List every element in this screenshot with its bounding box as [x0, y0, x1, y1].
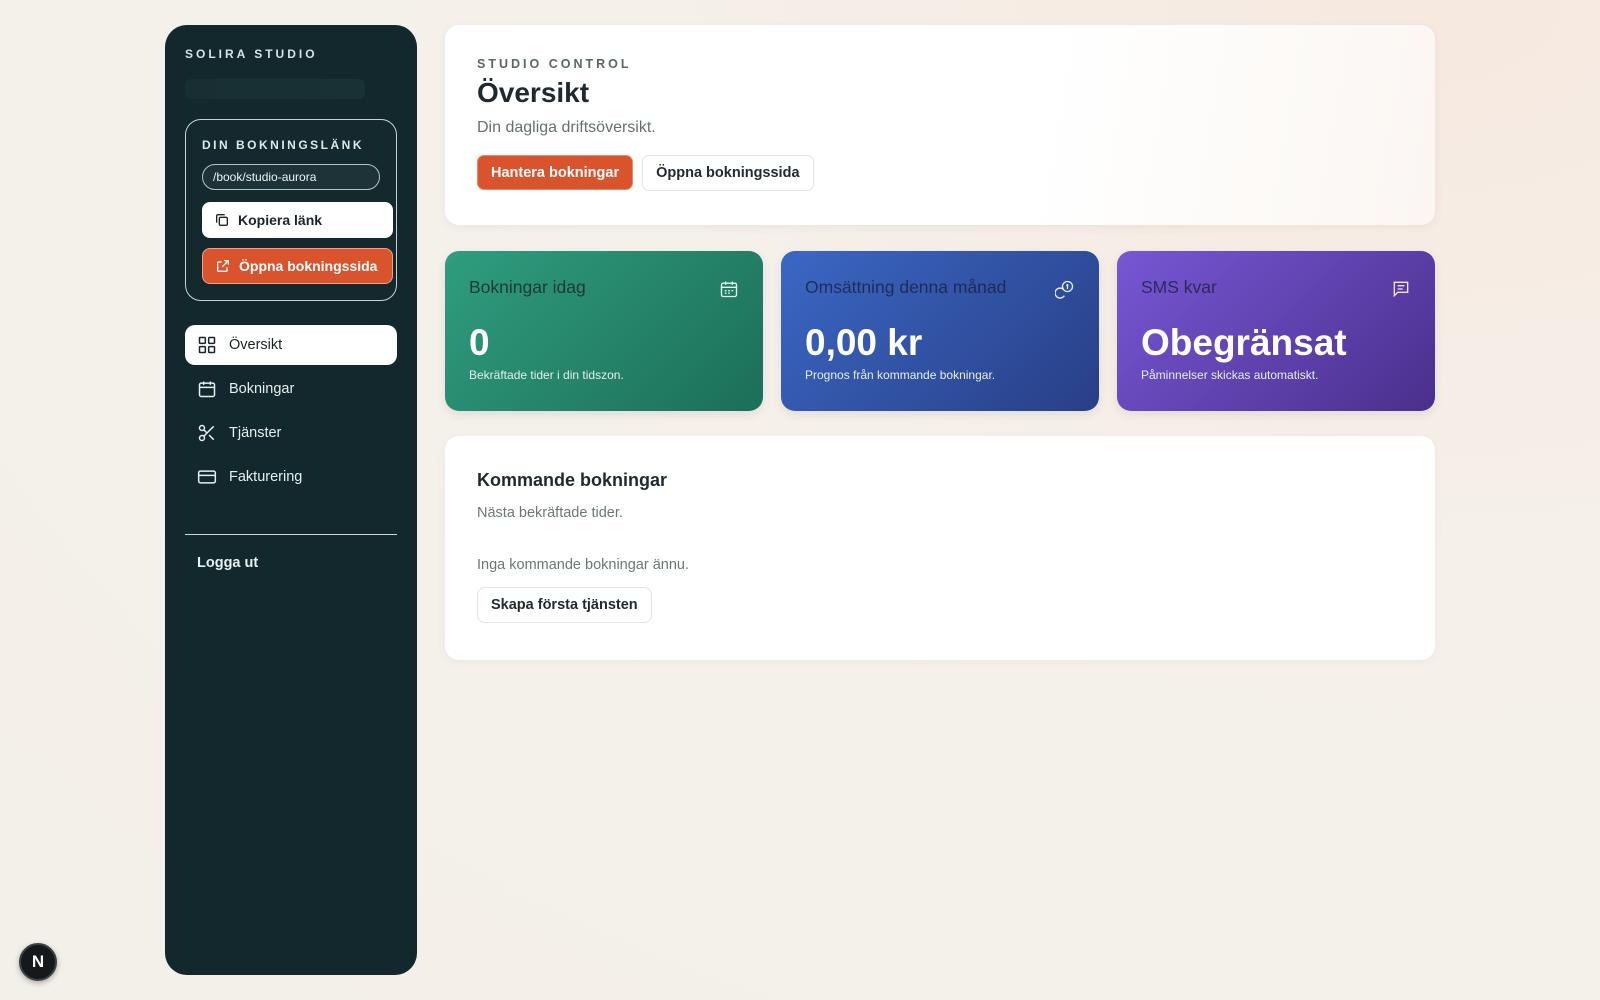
- credit-card-icon: [197, 470, 217, 484]
- external-link-icon: [217, 260, 229, 272]
- stat-card-revenue: Omsättning denna månad 0,00 kr Prognos f…: [781, 251, 1099, 411]
- stat-label: SMS kvar: [1141, 277, 1217, 297]
- create-first-service-button[interactable]: Skapa första tjänsten: [477, 587, 652, 623]
- header-actions: Hantera bokningar Öppna bokningssida: [477, 155, 1403, 191]
- grid-icon: [198, 336, 216, 354]
- logout-button[interactable]: Logga ut: [185, 555, 397, 571]
- brand-placeholder: [185, 79, 365, 99]
- message-icon: [1393, 281, 1409, 298]
- copy-icon: [216, 214, 228, 226]
- dev-badge[interactable]: N: [19, 943, 57, 981]
- booking-link-field[interactable]: /book/studio-aurora: [202, 164, 380, 190]
- scissors-icon: [198, 424, 215, 442]
- copy-link-label: Kopiera länk: [238, 212, 323, 228]
- stat-note: Bekräftade tider i din tidszon.: [469, 368, 624, 382]
- sidebar-divider: [185, 534, 397, 535]
- sidebar-item-bokningar[interactable]: Bokningar: [185, 369, 397, 409]
- stat-card-sms: SMS kvar Obegränsat Påminnelser skickas …: [1117, 251, 1435, 411]
- booking-link-card: DIN BOKNINGSLÄNK /book/studio-aurora Kop…: [185, 119, 397, 301]
- overview-header: STUDIO CONTROL Översikt Din dagliga drif…: [445, 25, 1435, 225]
- stat-card-bookings-today: Bokningar idag 0 Bekräftade tider i din …: [445, 251, 763, 411]
- copy-link-button[interactable]: Kopiera länk: [202, 202, 393, 238]
- sidebar-nav: Översikt Bokningar Tjänster Fakturering: [185, 325, 397, 497]
- open-booking-page-button[interactable]: Öppna bokningssida: [202, 248, 393, 284]
- stat-note: Prognos från kommande bokningar.: [805, 368, 996, 382]
- manage-bookings-button[interactable]: Hantera bokningar: [477, 155, 634, 190]
- page-title: Översikt: [477, 77, 590, 108]
- coins-icon: [1055, 280, 1074, 299]
- upcoming-empty-text: Inga kommande bokningar ännu.: [477, 557, 690, 573]
- stat-value: 0: [469, 322, 490, 363]
- header-eyebrow: STUDIO CONTROL: [477, 57, 632, 71]
- stat-value: Obegränsat: [1141, 322, 1347, 363]
- stat-value: 0,00 kr: [805, 322, 923, 363]
- upcoming-title: Kommande bokningar: [477, 470, 668, 490]
- stat-note: Påminnelser skickas automatiskt.: [1141, 368, 1319, 382]
- sidebar-item-label: Bokningar: [229, 381, 295, 397]
- open-booking-page-label: Öppna bokningssida: [239, 258, 378, 274]
- page-subtitle: Din dagliga driftsöversikt.: [477, 119, 656, 136]
- sidebar: SOLIRA STUDIO DIN BOKNINGSLÄNK /book/stu…: [165, 25, 417, 975]
- brand-name: SOLIRA STUDIO: [185, 47, 318, 61]
- stats-row: Bokningar idag 0 Bekräftade tider i din …: [445, 251, 1435, 411]
- booking-link-heading: DIN BOKNINGSLÄNK: [202, 138, 364, 152]
- sidebar-item-label: Fakturering: [229, 469, 303, 485]
- sidebar-item-fakturering[interactable]: Fakturering: [185, 457, 397, 497]
- open-booking-page-header-button[interactable]: Öppna bokningssida: [642, 155, 814, 191]
- stat-label: Bokningar idag: [469, 277, 586, 297]
- stat-label: Omsättning denna månad: [805, 277, 1007, 297]
- upcoming-subtitle: Nästa bekräftade tider.: [477, 505, 623, 521]
- sidebar-item-label: Tjänster: [229, 425, 282, 441]
- sidebar-item-oversikt[interactable]: Översikt: [185, 325, 397, 365]
- calendar-icon: [198, 381, 216, 398]
- upcoming-bookings-card: Kommande bokningar Nästa bekräftade tide…: [445, 436, 1435, 660]
- calendar-icon: [720, 281, 738, 298]
- sidebar-item-label: Översikt: [229, 337, 283, 353]
- sidebar-item-tjanster[interactable]: Tjänster: [185, 413, 397, 453]
